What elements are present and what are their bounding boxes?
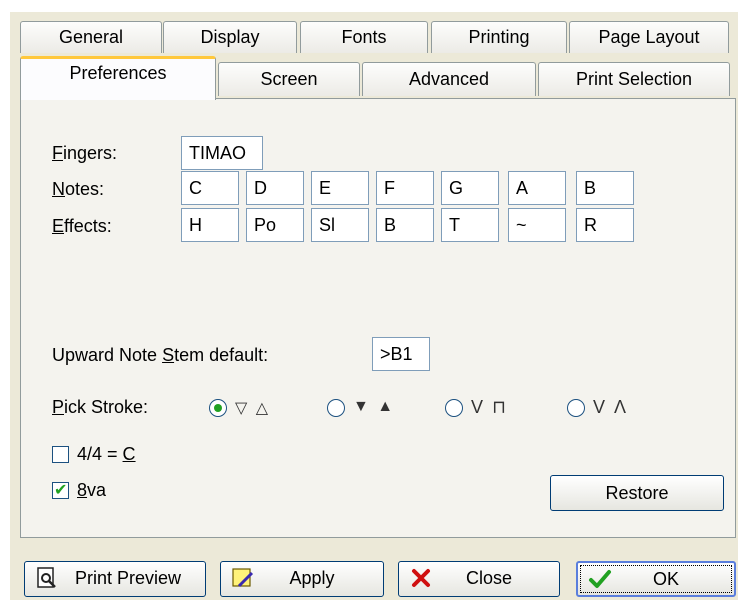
stem-default-label: Upward Note Stem default: [52,345,269,365]
tab-printing[interactable]: Printing [431,21,567,53]
pick-stroke-option-1-glyphs: ▽ △ [235,400,271,417]
effect-field[interactable]: H [181,208,239,242]
notes-label: Notes: [52,179,105,199]
pick-stroke-option-3-glyphs: V ⊓ [471,397,509,417]
pick-stroke-option-4-glyphs: V Λ [593,397,629,417]
note-field[interactable]: C [181,171,239,205]
pick-stroke-radio-1[interactable] [209,399,227,417]
effects-label: Effects: [52,216,112,236]
restore-button[interactable]: Restore [550,475,724,511]
tab-general[interactable]: General [20,21,162,53]
print-preview-button[interactable]: Print Preview [24,561,206,597]
apply-label: Apply [289,568,335,588]
window: General Display Fonts Printing Page Layo… [0,0,738,600]
options-dialog: General Display Fonts Printing Page Layo… [10,12,738,600]
close-label: Close [465,568,513,588]
fingers-input[interactable]: TIMAO [181,136,263,170]
note-field[interactable]: D [246,171,304,205]
tab-page-layout[interactable]: Page Layout [569,21,729,53]
pick-stroke-radio-4[interactable] [567,399,585,417]
pick-stroke-radio-3[interactable] [445,399,463,417]
effect-field[interactable]: T [441,208,499,242]
restore-button-label: Restore [605,483,669,503]
note-field[interactable]: E [311,171,369,205]
effect-field[interactable]: B [376,208,434,242]
radio-selected-dot [214,404,222,412]
common-time-label: 4/4 = C [77,444,136,464]
fingers-label: Fingers: [52,143,118,163]
effect-field[interactable]: R [576,208,634,242]
octave-label: 8va [77,480,107,500]
tab-print-selection[interactable]: Print Selection [538,62,730,96]
note-field[interactable]: A [508,171,566,205]
note-field[interactable]: F [376,171,434,205]
checkmark-icon: ✔ [54,482,68,499]
note-field[interactable]: B [576,171,634,205]
effect-field[interactable]: Po [246,208,304,242]
effect-field[interactable]: Sl [311,208,369,242]
tab-advanced[interactable]: Advanced [362,62,536,96]
octave-checkbox[interactable]: ✔ [52,482,69,499]
ok-button[interactable]: OK [576,561,736,597]
ok-label: OK [652,569,679,589]
stem-default-input[interactable]: >B1 [372,337,430,371]
pick-stroke-option-2-glyphs: ▼ ▲ [353,398,396,415]
effect-field[interactable]: ~ [508,208,566,242]
tab-preferences[interactable]: Preferences [20,56,216,100]
pick-stroke-label: Pick Stroke: [52,397,149,417]
tab-screen[interactable]: Screen [218,62,360,96]
tab-fonts[interactable]: Fonts [300,21,428,53]
common-time-checkbox[interactable] [52,446,69,463]
close-button[interactable]: Close [398,561,560,597]
tab-display[interactable]: Display [163,21,297,53]
print-preview-label: Print Preview [74,568,182,588]
note-field[interactable]: G [441,171,499,205]
pick-stroke-radio-2[interactable] [327,399,345,417]
preferences-panel: Fingers: TIMAO Notes: C D E F G A B Effe… [20,98,736,538]
apply-button[interactable]: Apply [220,561,384,597]
